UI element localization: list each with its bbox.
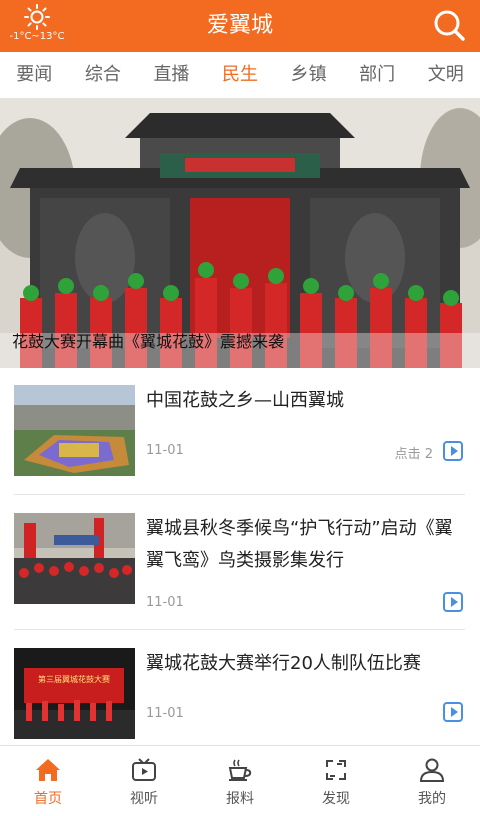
nav-faxian[interactable]: 发现 xyxy=(288,746,384,816)
user-icon xyxy=(419,758,445,782)
app-title: 爱翼城 xyxy=(206,13,273,38)
news-title: 翼城花鼓大赛举行20人制队伍比赛 xyxy=(146,653,421,674)
nav-wode[interactable]: 我的 xyxy=(384,746,480,816)
list-item[interactable]: 翼城县秋冬季候鸟“护飞行动”启动《翼翼飞鸾》鸟类摄影集发行 11-01 xyxy=(14,513,465,612)
news-title: 中国花鼓之乡—山西翼城 xyxy=(146,390,344,411)
tab-wenming[interactable]: 文明 xyxy=(411,52,480,98)
nav-label: 首页 xyxy=(34,791,62,807)
play-icon[interactable] xyxy=(443,592,463,612)
nav-shiting[interactable]: 视听 xyxy=(96,746,192,816)
discover-icon xyxy=(326,760,346,780)
click-count: 点击 2 xyxy=(394,447,433,462)
tab-yaowen[interactable]: 要闻 xyxy=(0,52,69,98)
thumbnail-banner-text: 第三届翼城花鼓大赛 xyxy=(38,674,110,684)
tab-bumen[interactable]: 部门 xyxy=(343,52,412,98)
nav-baoliao[interactable]: 报料 xyxy=(192,746,288,816)
app-header: -1°C~13°C 爱翼城 xyxy=(0,0,480,52)
nav-label: 报料 xyxy=(226,791,254,807)
tab-xiangzhen[interactable]: 乡镇 xyxy=(274,52,343,98)
tab-minsheng[interactable]: 民生 xyxy=(206,52,275,98)
nav-home[interactable]: 首页 xyxy=(0,746,96,816)
news-title: 翼城县秋冬季候鸟“护飞行动”启动《翼翼飞鸾》鸟类摄影集发行 xyxy=(146,518,453,571)
news-thumbnail: 第三届翼城花鼓大赛 xyxy=(14,648,135,739)
list-item[interactable]: 中国花鼓之乡—山西翼城 11-01 点击 2 xyxy=(14,385,465,477)
play-icon[interactable] xyxy=(443,702,463,722)
news-date: 11-01 xyxy=(146,443,184,458)
play-icon[interactable] xyxy=(443,441,463,461)
news-thumbnail xyxy=(14,385,135,476)
tv-icon xyxy=(132,758,156,781)
nav-label: 我的 xyxy=(418,791,446,807)
bottom-nav: 首页 视听 报料 发现 我的 xyxy=(0,745,480,816)
home-icon xyxy=(36,759,60,781)
banner-caption: 花鼓大赛开幕曲《翼城花鼓》震撼来袭 xyxy=(12,332,285,351)
search-icon[interactable] xyxy=(432,8,466,42)
coffee-cup-icon xyxy=(228,759,252,781)
nav-label: 发现 xyxy=(322,791,350,807)
tab-zonghe[interactable]: 综合 xyxy=(69,52,138,98)
news-date: 11-01 xyxy=(146,595,184,610)
list-item[interactable]: 第三届翼城花鼓大赛 翼城花鼓大赛举行20人制队伍比赛 11-01 xyxy=(14,648,465,740)
category-tabs: 要闻 综合 直播 民生 乡镇 部门 文明 xyxy=(0,52,480,98)
news-thumbnail xyxy=(14,513,135,604)
featured-banner[interactable]: 花鼓大赛开幕曲《翼城花鼓》震撼来袭 xyxy=(0,98,480,368)
divider xyxy=(14,629,465,630)
nav-label: 视听 xyxy=(130,791,158,807)
divider xyxy=(14,494,465,495)
tab-zhibo[interactable]: 直播 xyxy=(137,52,206,98)
news-date: 11-01 xyxy=(146,706,184,721)
